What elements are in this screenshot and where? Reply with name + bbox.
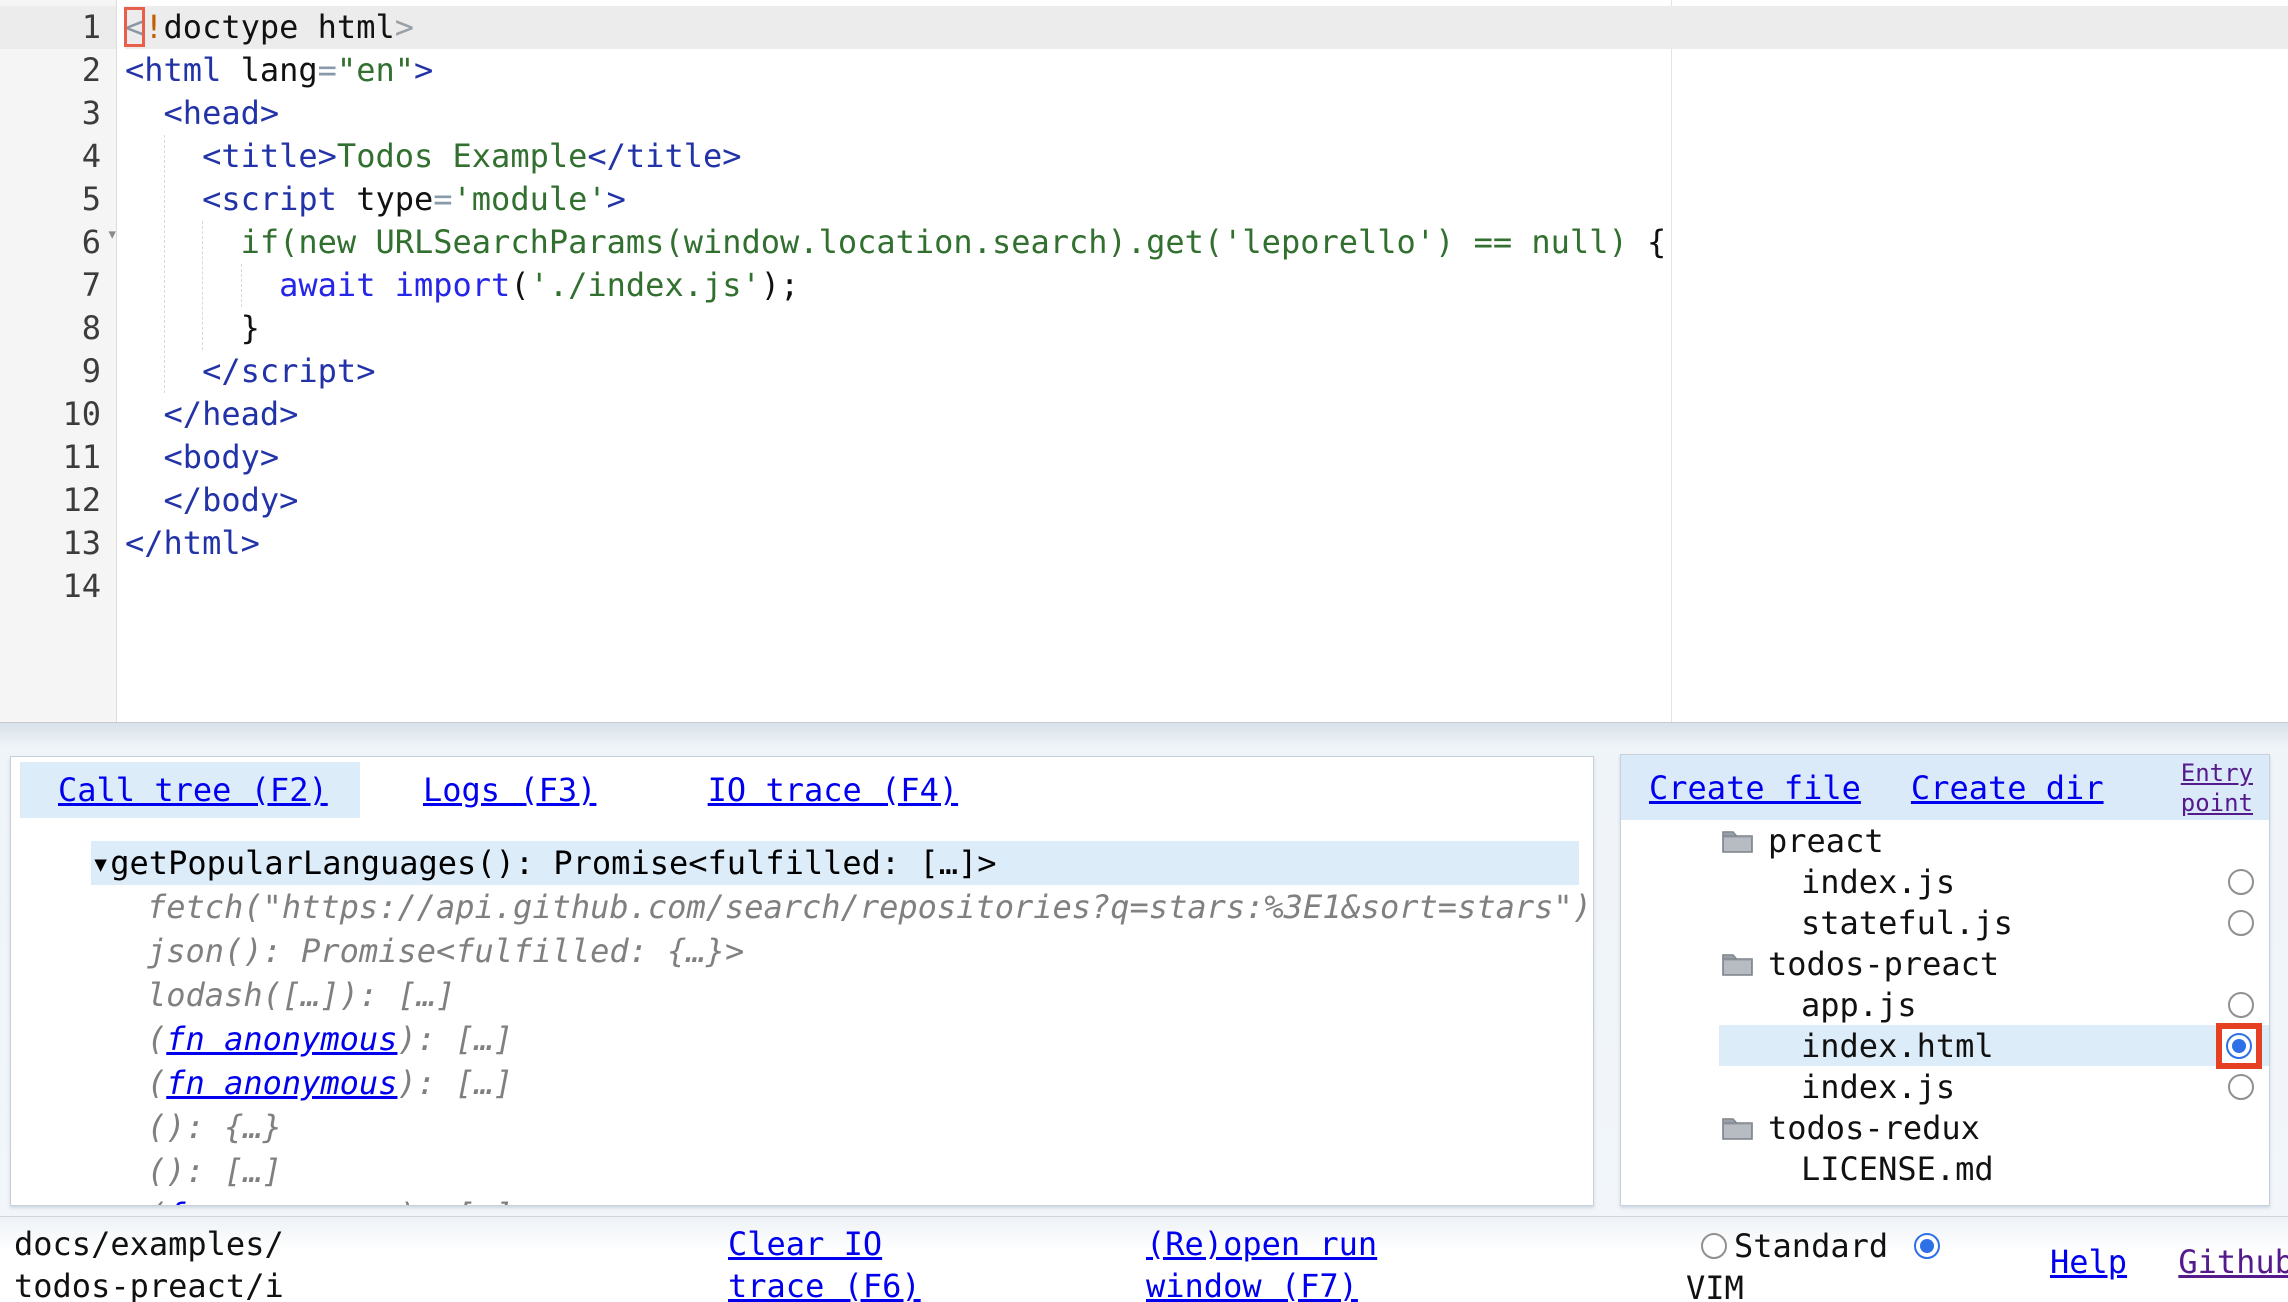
line-number-gutter: 123456▾7891011121314 [0, 0, 117, 722]
entry-point-radio[interactable] [2226, 1033, 2252, 1059]
keyboard-mode-standard-label: Standard [1734, 1225, 1888, 1267]
code-line: await import('./index.js'); [125, 264, 2288, 307]
line-number: 6▾ [0, 221, 116, 264]
file-row[interactable]: index.html [1621, 1025, 2269, 1066]
code-line: <script type='module'> [125, 178, 2288, 221]
line-number: 11 [0, 436, 116, 479]
call-tree: ▾getPopularLanguages(): Promise<fulfille… [91, 841, 1579, 1206]
line-number: 5 [0, 178, 116, 221]
dir-row[interactable]: todos-preact [1621, 943, 2269, 984]
file-name: index.js [1801, 1068, 1955, 1106]
call-tree-row[interactable]: lodash([…]): […] [91, 973, 1579, 1017]
file-browser-panel: Create file Create dir Entry point preac… [1620, 754, 2270, 1206]
line-number: 14 [0, 565, 116, 608]
keyboard-mode-group: Standard VIM [1686, 1225, 1968, 1302]
code-line [125, 565, 2288, 608]
call-tree-row-selected[interactable]: ▾getPopularLanguages(): Promise<fulfille… [91, 841, 1579, 885]
call-tree-row[interactable]: json(): Promise<fulfilled: {…}> [91, 929, 1579, 973]
code-line: <html lang="en"> [125, 49, 2288, 92]
call-tree-row[interactable]: fetch("https://api.github.com/search/rep… [91, 885, 1579, 929]
panel-tabs: Call tree (F2) Logs (F3) IO trace (F4) [11, 757, 1593, 819]
file-row[interactable]: index.js [1621, 1066, 2269, 1107]
line-number: 12 [0, 479, 116, 522]
cursor-highlight: < [125, 8, 144, 46]
code-line: if(new URLSearchParams(window.location.s… [125, 221, 2288, 264]
keyboard-mode-standard-radio[interactable] [1701, 1233, 1727, 1259]
keyboard-mode-vim-label: VIM [1686, 1267, 1968, 1302]
line-number: 4 [0, 135, 116, 178]
code-line: </html> [125, 522, 2288, 565]
dir-name: todos-preact [1768, 945, 1999, 983]
folder-icon [1721, 950, 1754, 977]
line-number: 9 [0, 350, 116, 393]
status-bar-links: Help Github [2050, 1241, 2288, 1283]
code-line: <!doctype html> [125, 6, 2288, 49]
file-row[interactable]: index.js [1621, 861, 2269, 902]
tab-logs[interactable]: Logs (F3) [407, 762, 612, 818]
create-dir-link[interactable]: Create dir [1911, 769, 2104, 807]
line-number: 3 [0, 92, 116, 135]
help-link[interactable]: Help [2050, 1243, 2127, 1281]
folder-icon [1721, 827, 1754, 854]
file-row[interactable]: LICENSE.md [1621, 1148, 2269, 1189]
folder-icon [1721, 1114, 1754, 1141]
dir-row[interactable]: preact [1621, 820, 2269, 861]
fn-anonymous-link[interactable]: fn anonymous [166, 1196, 397, 1206]
entry-point-radio[interactable] [2228, 992, 2254, 1018]
fn-anonymous-link[interactable]: fn anonymous [166, 1064, 397, 1102]
selected-entry-frame [2216, 1023, 2262, 1069]
code-line: </head> [125, 393, 2288, 436]
file-tree: preactindex.jsstateful.jstodos-preactapp… [1621, 820, 2269, 1189]
github-link[interactable]: Github [2178, 1243, 2288, 1281]
file-name: LICENSE.md [1801, 1150, 1994, 1188]
status-bar: docs/examples/todos-preact/index.html Cl… [0, 1216, 2288, 1302]
entry-point-column-header: Entry point [2177, 758, 2253, 818]
line-number: 1 [0, 6, 116, 49]
entry-point-radio[interactable] [2228, 1074, 2254, 1100]
line-number: 13 [0, 522, 116, 565]
call-tree-panel: Call tree (F2) Logs (F3) IO trace (F4) ▾… [10, 756, 1594, 1206]
code-area[interactable]: <!doctype html><html lang="en"> <head> <… [117, 0, 2288, 722]
entry-point-radio[interactable] [2228, 910, 2254, 936]
file-name: index.html [1801, 1027, 1994, 1065]
line-number: 8 [0, 307, 116, 350]
file-browser-header: Create file Create dir Entry point [1621, 755, 2269, 820]
file-name: app.js [1801, 986, 1917, 1024]
dir-row[interactable]: todos-redux [1621, 1107, 2269, 1148]
call-tree-row[interactable]: (fn anonymous): […] [91, 1193, 1579, 1206]
entry-point-radio[interactable] [2228, 869, 2254, 895]
dir-name: preact [1768, 822, 1884, 860]
current-file-path: docs/examples/todos-preact/index.html [14, 1223, 298, 1302]
file-row[interactable]: stateful.js [1621, 902, 2269, 943]
code-line: </body> [125, 479, 2288, 522]
line-number: 7 [0, 264, 116, 307]
call-tree-row[interactable]: (): […] [91, 1149, 1579, 1193]
keyboard-mode-vim-radio[interactable] [1914, 1233, 1940, 1259]
clear-io-trace-link[interactable]: Clear IO trace (F6) [728, 1223, 958, 1302]
fn-anonymous-link[interactable]: fn anonymous [166, 1020, 397, 1058]
call-tree-row[interactable]: (): {…} [91, 1105, 1579, 1149]
call-tree-row[interactable]: (fn anonymous): […] [91, 1061, 1579, 1105]
tab-call-tree[interactable]: Call tree (F2) [20, 762, 360, 818]
code-line: </script> [125, 350, 2288, 393]
code-line: <head> [125, 92, 2288, 135]
code-editor[interactable]: 123456▾7891011121314 <!doctype html><htm… [0, 0, 2288, 723]
dir-name: todos-redux [1768, 1109, 1980, 1147]
file-name: stateful.js [1801, 904, 2013, 942]
code-line: <body> [125, 436, 2288, 479]
code-line: <title>Todos Example</title> [125, 135, 2288, 178]
lower-region: Call tree (F2) Logs (F3) IO trace (F4) ▾… [0, 723, 2288, 1302]
reopen-run-window-link[interactable]: (Re)open run window (F7) [1146, 1223, 1426, 1302]
line-number: 10 [0, 393, 116, 436]
code-line: } [125, 307, 2288, 350]
tab-io-trace[interactable]: IO trace (F4) [692, 762, 974, 818]
call-tree-row[interactable]: (fn anonymous): […] [91, 1017, 1579, 1061]
line-number: 2 [0, 49, 116, 92]
file-name: index.js [1801, 863, 1955, 901]
create-file-link[interactable]: Create file [1649, 769, 1861, 807]
file-row[interactable]: app.js [1621, 984, 2269, 1025]
